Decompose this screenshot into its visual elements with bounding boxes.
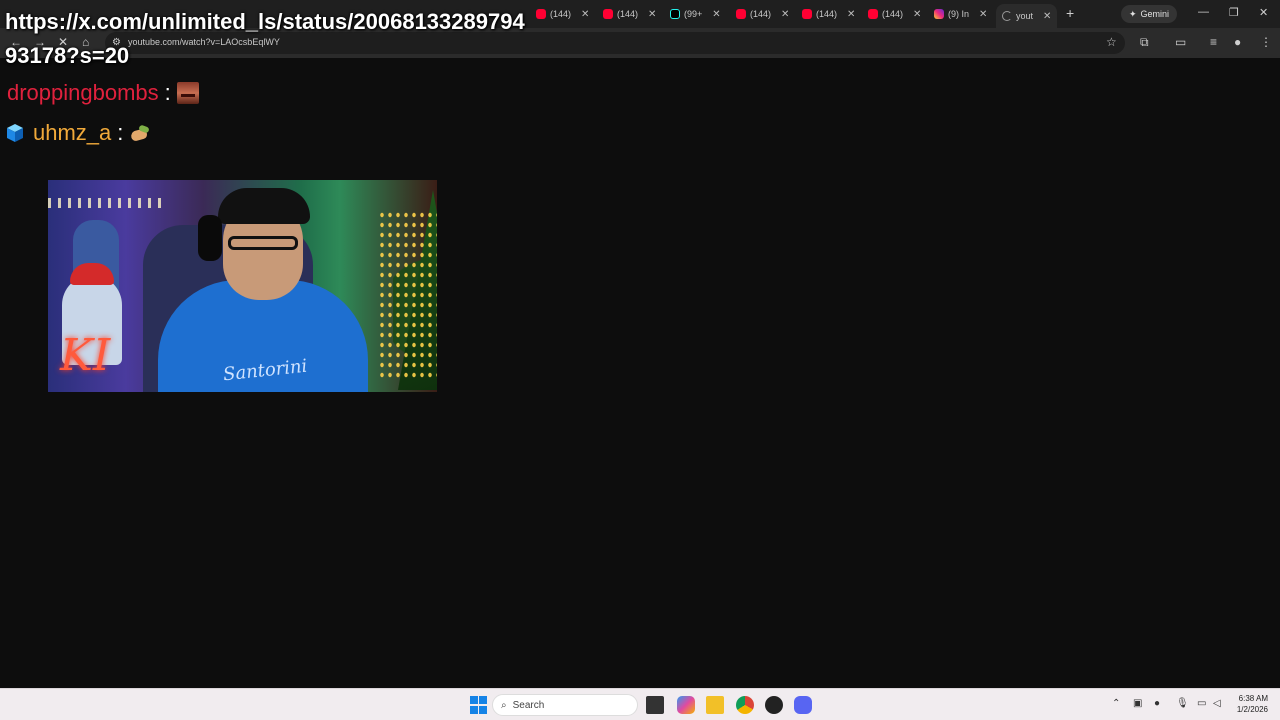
chat-message: droppingbombs : <box>7 80 199 106</box>
app-icon[interactable] <box>765 696 783 714</box>
tab-label: (144) <box>550 9 572 19</box>
instagram-icon <box>934 9 944 19</box>
tray-app-icon[interactable]: ▣ <box>1133 698 1142 709</box>
tab-label: (99+ <box>684 9 703 19</box>
close-window-button[interactable]: ✕ <box>1259 6 1268 19</box>
chat-username: uhmz_a <box>33 120 112 145</box>
search-placeholder: Search <box>512 699 545 711</box>
hand-emote <box>129 124 153 142</box>
volume-icon[interactable]: ◁ <box>1213 698 1221 709</box>
loading-icon <box>1002 11 1012 21</box>
browser-tab[interactable]: (144) ✕ <box>862 4 927 24</box>
overlay-url-text: https://x.com/unlimited_ls/status/200681… <box>5 9 525 68</box>
discord-icon[interactable] <box>794 696 812 714</box>
close-icon[interactable]: ✕ <box>781 9 789 20</box>
tab-label: (9) In <box>948 9 970 19</box>
face-emote <box>176 82 199 104</box>
tab-label: (144) <box>750 9 772 19</box>
string-lights <box>48 198 168 208</box>
browser-tab[interactable]: (144) ✕ <box>530 4 595 24</box>
browser-tab[interactable]: (99+ ✕ <box>664 4 727 24</box>
browser-tab[interactable]: (144) ✕ <box>796 4 861 24</box>
extensions-icon[interactable]: ⧉ <box>1140 35 1149 50</box>
tray-status-icon[interactable]: ● <box>1154 698 1160 709</box>
youtube-icon <box>868 9 878 19</box>
streamer-hair <box>218 188 310 224</box>
copilot-icon[interactable] <box>677 696 695 714</box>
gemini-label: Gemini <box>1140 9 1170 19</box>
cube-badge-icon <box>5 123 25 143</box>
media-controls-icon[interactable]: ≡ <box>1210 35 1217 49</box>
close-icon[interactable]: ✕ <box>979 9 987 20</box>
search-icon: ⌕ <box>501 699 507 711</box>
chat-separator: : <box>117 120 124 145</box>
glasses <box>228 236 298 250</box>
chrome-icon[interactable] <box>736 696 754 714</box>
sparkle-icon: ✦ <box>1129 8 1137 19</box>
close-icon[interactable]: ✕ <box>581 9 589 20</box>
browser-tab[interactable]: (144) ✕ <box>730 4 795 24</box>
chat-separator: : <box>164 80 171 105</box>
clock-time: 6:38 AM <box>1238 694 1268 703</box>
taskbar-search[interactable]: ⌕ Search <box>492 694 638 716</box>
system-clock[interactable]: 6:38 AM 1/2/2026 <box>1230 693 1268 715</box>
more-menu-icon[interactable]: ⋮ <box>1260 35 1272 49</box>
close-icon[interactable]: ✕ <box>847 9 855 20</box>
windows-start-icon[interactable] <box>470 696 488 714</box>
profile-avatar[interactable]: ● <box>1234 35 1241 49</box>
headset-icon <box>198 215 222 261</box>
browser-tab-active[interactable]: yout ✕ <box>996 4 1058 28</box>
restore-button[interactable]: ❐ <box>1229 6 1239 19</box>
network-icon[interactable]: ▭ <box>1197 698 1206 709</box>
bookmark-star-icon[interactable]: ☆ <box>1106 35 1117 49</box>
youtube-icon <box>802 9 812 19</box>
tab-label: (144) <box>617 9 639 19</box>
new-tab-button[interactable]: + <box>1066 5 1074 21</box>
chevron-up-icon[interactable]: ⌃ <box>1112 698 1120 709</box>
split-view-icon[interactable]: ▭ <box>1175 35 1186 49</box>
browser-tab[interactable]: (9) In ✕ <box>928 4 993 24</box>
neon-sign: KI <box>60 330 111 381</box>
file-explorer-icon[interactable] <box>706 696 724 714</box>
clock-date: 1/2/2026 <box>1236 705 1268 714</box>
youtube-icon <box>603 9 613 19</box>
close-icon[interactable]: ✕ <box>1043 11 1051 22</box>
tree-lights <box>378 210 437 380</box>
tab-label: (144) <box>882 9 904 19</box>
youtube-icon <box>536 9 546 19</box>
chat-username: droppingbombs <box>7 80 159 105</box>
close-icon[interactable]: ✕ <box>712 9 720 20</box>
youtube-icon <box>736 9 746 19</box>
stream-video-frame[interactable]: Santorini KI <box>48 180 437 392</box>
microphone-icon[interactable]: 🎙 <box>1176 698 1189 709</box>
minimize-button[interactable]: — <box>1198 6 1209 18</box>
gemini-button[interactable]: ✦ Gemini <box>1121 5 1178 23</box>
tiktok-icon <box>670 9 680 19</box>
chat-message: uhmz_a : <box>5 120 153 146</box>
task-view-icon[interactable] <box>646 696 664 714</box>
taskbar: ⌕ Search ⌃ ▣ ● 🎙 ▭ ◁ 6:38 AM 1/2/2026 <box>0 688 1280 720</box>
close-icon[interactable]: ✕ <box>913 9 921 20</box>
tab-label: (144) <box>816 9 838 19</box>
close-icon[interactable]: ✕ <box>648 9 656 20</box>
tab-label: yout <box>1016 11 1034 21</box>
browser-tab[interactable]: (144) ✕ <box>597 4 662 24</box>
